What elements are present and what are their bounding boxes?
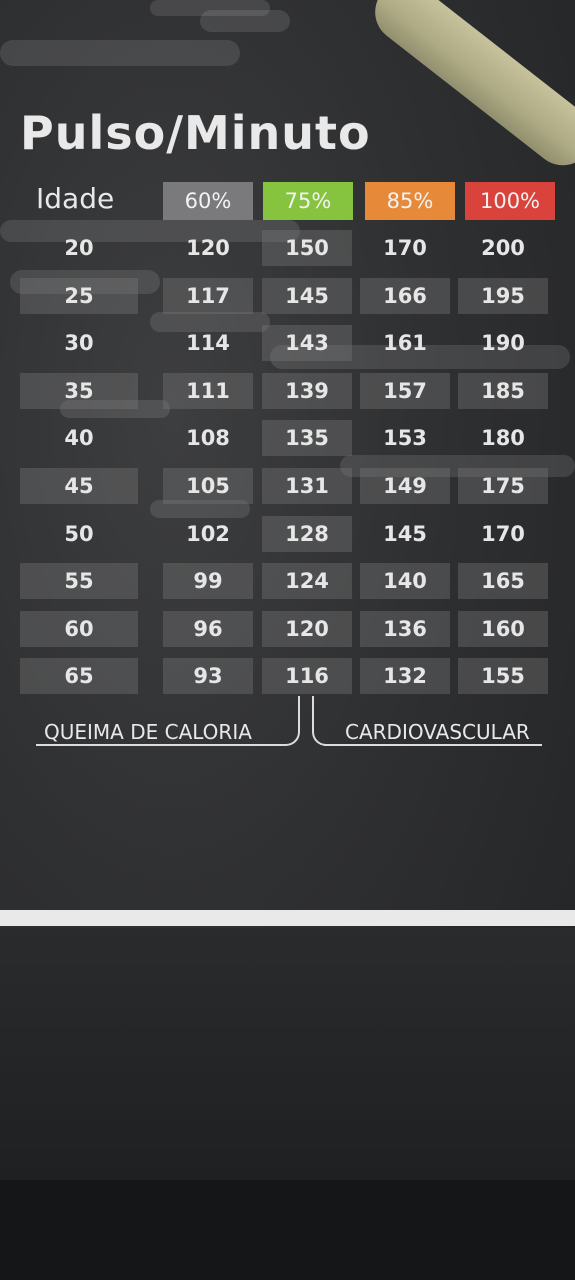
pulse-value-cell: 155 <box>458 658 548 694</box>
age-cell: 35 <box>20 373 138 409</box>
age-cell: 55 <box>20 563 138 599</box>
pulse-value-cell: 143 <box>262 325 352 361</box>
age-cell: 25 <box>20 278 138 314</box>
pulse-value-cell: 140 <box>360 563 450 599</box>
chart-title: Pulso/Minuto <box>20 106 371 160</box>
pulse-value-cell: 114 <box>186 331 230 355</box>
pulse-value-cell: 200 <box>481 236 525 260</box>
pulse-value-cell: 117 <box>163 278 253 314</box>
pulse-value-cell: 170 <box>383 236 427 260</box>
zone-badge: 85% <box>365 182 455 220</box>
pulse-value-cell: 128 <box>262 516 352 552</box>
cardio-label: CARDIOVASCULAR <box>345 720 530 744</box>
pulse-value-cell: 111 <box>163 373 253 409</box>
pulse-value-cell: 160 <box>458 611 548 647</box>
age-cell: 50 <box>64 522 94 546</box>
cardio-underline <box>324 744 542 746</box>
pulse-value-cell: 166 <box>360 278 450 314</box>
pulse-value-cell: 99 <box>163 563 253 599</box>
pulse-value-cell: 153 <box>383 426 427 450</box>
age-cell: 60 <box>20 611 138 647</box>
pulse-value-cell: 108 <box>186 426 230 450</box>
pulse-value-cell: 180 <box>481 426 525 450</box>
pulse-value-cell: 149 <box>360 468 450 504</box>
pulse-value-cell: 185 <box>458 373 548 409</box>
white-divider <box>0 910 575 926</box>
pulse-value-cell: 102 <box>186 522 230 546</box>
pulse-value-cell: 105 <box>163 468 253 504</box>
age-cell: 40 <box>64 426 94 450</box>
pulse-value-cell: 120 <box>262 611 352 647</box>
pulse-value-cell: 131 <box>262 468 352 504</box>
zone-badge: 60% <box>163 182 253 220</box>
zone-badge: 75% <box>263 182 353 220</box>
cardio-bracket-curve <box>312 696 328 746</box>
reflection-smudge <box>0 40 240 66</box>
pulse-value-cell: 135 <box>262 420 352 456</box>
pulse-value-cell: 145 <box>262 278 352 314</box>
age-cell: 20 <box>64 236 94 260</box>
pulse-value-cell: 96 <box>163 611 253 647</box>
pulse-value-cell: 165 <box>458 563 548 599</box>
fat-burn-bracket-curve <box>284 696 300 746</box>
pulse-value-cell: 195 <box>458 278 548 314</box>
pulse-value-cell: 170 <box>481 522 525 546</box>
pulse-value-cell: 120 <box>186 236 230 260</box>
pulse-value-cell: 161 <box>383 331 427 355</box>
pulse-value-cell: 157 <box>360 373 450 409</box>
age-cell: 65 <box>20 658 138 694</box>
zone-badge: 100% <box>465 182 555 220</box>
pulse-value-cell: 175 <box>458 468 548 504</box>
bottom-shadow <box>0 1180 575 1280</box>
lower-panel <box>0 928 575 1180</box>
age-cell: 30 <box>64 331 94 355</box>
reflection-smudge <box>200 10 290 32</box>
fat-burn-underline <box>36 744 286 746</box>
age-header: Idade <box>36 182 115 215</box>
pulse-value-cell: 139 <box>262 373 352 409</box>
pulse-value-cell: 124 <box>262 563 352 599</box>
pulse-value-cell: 145 <box>383 522 427 546</box>
age-cell: 45 <box>20 468 138 504</box>
fat-burn-label: QUEIMA DE CALORIA <box>44 720 252 744</box>
pulse-value-cell: 190 <box>481 331 525 355</box>
pulse-value-cell: 116 <box>262 658 352 694</box>
pulse-value-cell: 150 <box>262 230 352 266</box>
pulse-value-cell: 136 <box>360 611 450 647</box>
pulse-value-cell: 93 <box>163 658 253 694</box>
pulse-value-cell: 132 <box>360 658 450 694</box>
